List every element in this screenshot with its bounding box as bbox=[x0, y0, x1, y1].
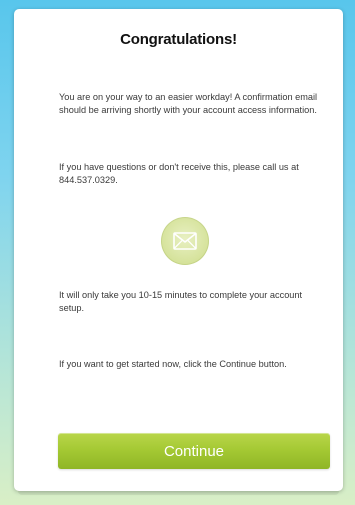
contact-message: If you have questions or don't receive t… bbox=[59, 162, 299, 185]
envelope-icon bbox=[173, 232, 197, 250]
continue-button[interactable]: Continue bbox=[58, 433, 330, 469]
envelope-icon-badge bbox=[161, 217, 209, 265]
confirmation-dialog: Congratulations! You are on your way to … bbox=[14, 9, 343, 491]
setup-time-message: It will only take you 10-15 minutes to c… bbox=[59, 290, 303, 313]
confirmation-message: You are on your way to an easier workday… bbox=[59, 92, 318, 115]
card-shadow bbox=[18, 491, 339, 495]
get-started-message: If you want to get started now, click th… bbox=[59, 359, 287, 369]
dialog-title: Congratulations! bbox=[120, 31, 237, 48]
